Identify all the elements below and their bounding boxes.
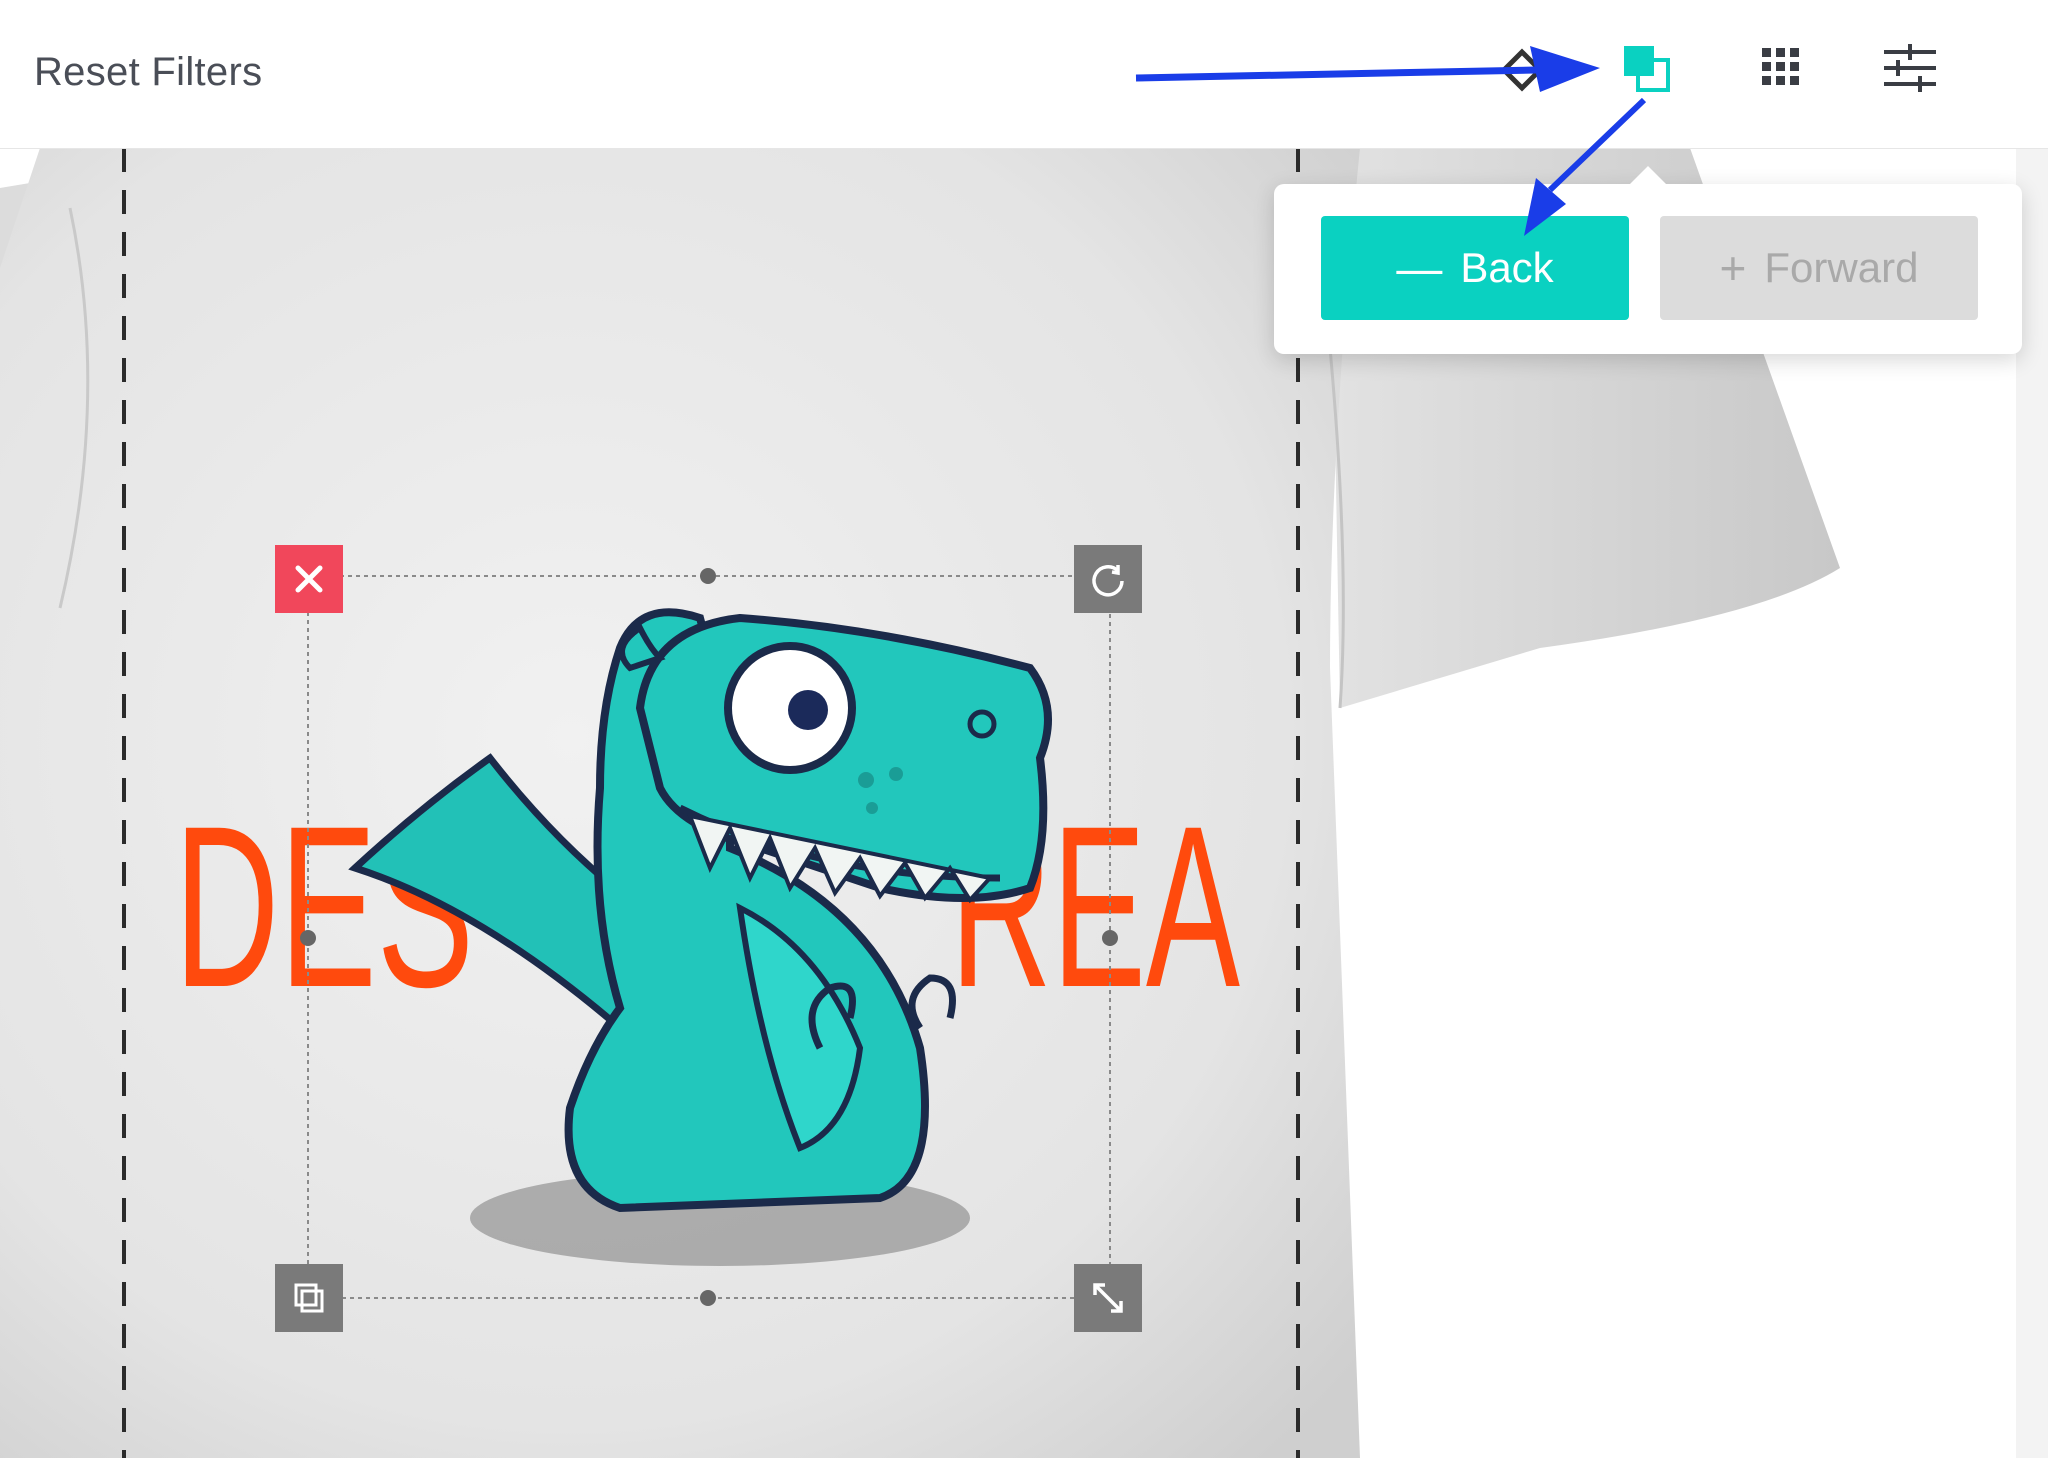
grid-icon	[1762, 48, 1799, 85]
back-button[interactable]: — Back	[1321, 216, 1629, 320]
rotate-icon	[1092, 565, 1124, 597]
resize-handle[interactable]	[1074, 1264, 1142, 1332]
plus-icon: +	[1719, 242, 1747, 294]
duplicate-icon	[294, 1283, 324, 1313]
layer-order-popover: — Back + Forward	[1274, 166, 2022, 354]
reset-filters-link[interactable]: Reset Filters	[34, 50, 262, 95]
adjustments-button[interactable]	[1870, 28, 1950, 108]
top-toolbar: Reset Filters	[0, 0, 2048, 149]
flip-button[interactable]	[1482, 28, 1562, 108]
delete-layer-button[interactable]	[275, 545, 343, 613]
back-button-label: Back	[1460, 244, 1554, 291]
minus-icon: —	[1396, 242, 1443, 294]
forward-button-label: Forward	[1764, 244, 1919, 291]
layers-icon	[1624, 46, 1670, 92]
close-icon	[295, 565, 323, 593]
layer-order-button[interactable]	[1600, 28, 1680, 108]
sliders-icon	[1884, 44, 1936, 92]
resize-arrows-icon	[1093, 1283, 1123, 1313]
forward-button[interactable]: + Forward	[1660, 216, 1978, 320]
grid-button[interactable]	[1740, 28, 1820, 108]
flip-icon	[1500, 48, 1544, 92]
rotate-handle[interactable]	[1074, 545, 1142, 613]
duplicate-handle[interactable]	[275, 1264, 343, 1332]
popover-caret	[1630, 166, 1666, 184]
